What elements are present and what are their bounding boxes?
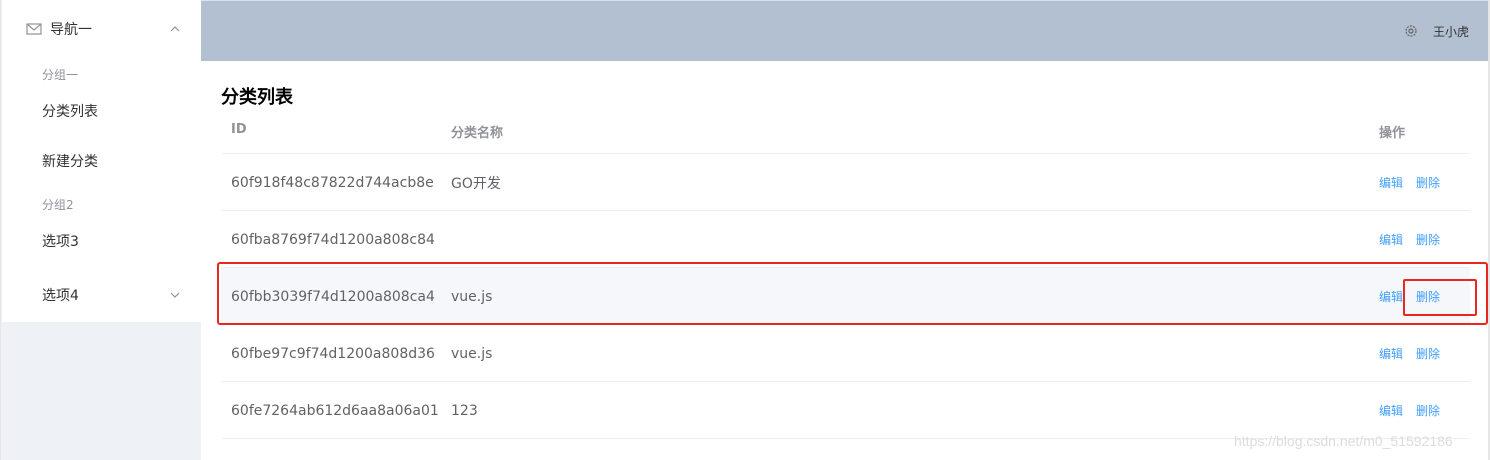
page-title: 分类列表 <box>221 87 293 108</box>
edit-button[interactable]: 编辑 <box>1379 268 1403 325</box>
delete-button[interactable]: 删除 <box>1416 382 1440 439</box>
table-row: 60fbb3039f74d1200a808ca4 vue.js 编辑 删除 <box>221 268 1470 325</box>
sidebar: 导航一 分组一 分类列表 新建分类 分组2 选项3 选项4 <box>0 0 201 460</box>
sidebar-item-label: 选项4 <box>42 288 79 304</box>
submenu-nav-one[interactable]: 导航一 <box>2 4 201 54</box>
table-row: 60fbe97c9f74d1200a808d36 vue.js 编辑 删除 <box>221 325 1470 382</box>
column-header-name: 分类名称 <box>451 126 504 141</box>
column-header-id: ID <box>231 122 247 137</box>
cell-id: 60fbb3039f74d1200a808ca4 <box>231 288 435 305</box>
delete-button[interactable]: 删除 <box>1416 268 1440 325</box>
sidebar-item-label: 选项3 <box>42 234 79 250</box>
edit-button[interactable]: 编辑 <box>1379 154 1403 211</box>
sidebar-item-option-4[interactable]: 选项4 <box>2 270 201 320</box>
edit-button[interactable]: 编辑 <box>1379 325 1403 382</box>
chevron-down-icon <box>169 289 181 301</box>
mail-icon <box>26 22 42 36</box>
delete-button[interactable]: 删除 <box>1416 211 1440 268</box>
sidebar-item-new-category[interactable]: 新建分类 <box>2 136 201 186</box>
category-table: ID 分类名称 操作 60f918f48c87822d744acb8e GO开发… <box>221 116 1470 439</box>
username-label[interactable]: 王小虎 <box>1433 23 1469 40</box>
menu-group-title: 分组一 <box>42 68 79 82</box>
cell-name: vue.js <box>451 345 493 362</box>
cell-name: 123 <box>451 402 478 419</box>
sidebar-menu: 导航一 分组一 分类列表 新建分类 分组2 选项3 选项4 <box>2 0 201 322</box>
submenu-nav-one-label: 导航一 <box>50 22 92 38</box>
sidebar-item-option-3[interactable]: 选项3 <box>2 216 201 266</box>
app-root: 导航一 分组一 分类列表 新建分类 分组2 选项3 选项4 王小虎 分类列表 I… <box>0 0 1490 460</box>
table-row: 60f918f48c87822d744acb8e GO开发 编辑 删除 <box>221 154 1470 211</box>
top-header: 王小虎 <box>201 0 1489 61</box>
cell-id: 60fbe97c9f74d1200a808d36 <box>231 345 435 362</box>
sidebar-item-label: 新建分类 <box>42 154 98 170</box>
cell-id: 60f918f48c87822d744acb8e <box>231 174 434 191</box>
sidebar-item-label: 分类列表 <box>42 104 98 120</box>
cell-id: 60fe7264ab612d6aa8a06a01 <box>231 402 439 419</box>
sidebar-item-category-list[interactable]: 分类列表 <box>2 86 201 136</box>
table-header: ID 分类名称 操作 <box>221 116 1470 154</box>
edit-button[interactable]: 编辑 <box>1379 211 1403 268</box>
delete-button[interactable]: 删除 <box>1416 325 1440 382</box>
delete-button[interactable]: 删除 <box>1416 154 1440 211</box>
watermark: https://blog.csdn.net/m0_51592186 <box>1234 433 1453 449</box>
cell-id: 60fba8769f74d1200a808c84 <box>231 231 435 248</box>
table-row: 60fe7264ab612d6aa8a06a01 123 编辑 删除 <box>221 382 1470 439</box>
gear-icon[interactable] <box>1404 24 1418 38</box>
menu-group-title: 分组2 <box>42 198 74 212</box>
edit-button[interactable]: 编辑 <box>1379 382 1403 439</box>
cell-name: GO开发 <box>451 175 501 192</box>
main-content: 分类列表 ID 分类名称 操作 60f918f48c87822d744acb8e… <box>201 61 1489 460</box>
cell-name: vue.js <box>451 288 493 305</box>
chevron-up-icon <box>169 23 181 35</box>
table-row: 60fba8769f74d1200a808c84 编辑 删除 <box>221 211 1470 268</box>
column-header-actions: 操作 <box>1379 126 1406 141</box>
